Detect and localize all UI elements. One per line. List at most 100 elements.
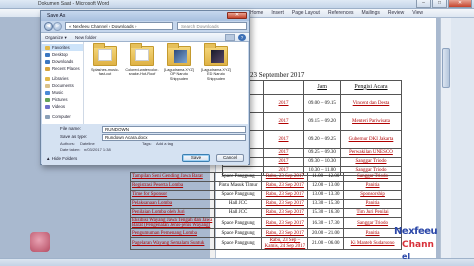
event-date-cell: Rabu, 23 Sep 2017 (261, 228, 309, 239)
tags-value[interactable]: Add a tag (156, 141, 173, 147)
vertical-scrollbar[interactable] (440, 18, 451, 258)
schedule-date-cell: 2017 (262, 157, 305, 167)
views-icon[interactable] (225, 34, 235, 41)
nav-item-label: Documents (52, 83, 74, 88)
minimize-button[interactable]: – (416, 0, 431, 8)
folder-item[interactable]: [Lagudrama.XYZ] OP Naruto Shippuden (162, 43, 196, 84)
hide-folders-button[interactable]: ▲ Hide Folders (46, 155, 77, 162)
folder-label: Splashes-music-fast-cut (90, 68, 120, 77)
event-name-cell: Pagelaran Wayang Semalam Suntuk (130, 237, 215, 250)
event-guest-cell: Tim Juri Penilai (343, 208, 402, 218)
organize-button[interactable]: Organize ▾ (45, 33, 67, 42)
event-time-cell: 12.00 – 13.00 (307, 181, 345, 191)
ribbon-tab[interactable]: Home (250, 9, 263, 18)
nav-item-desktop[interactable]: Desktop (42, 51, 83, 58)
nav-item-videos[interactable]: Videos (42, 103, 83, 110)
event-name-cell: Pengumuman Pemenang Lomba (130, 228, 215, 239)
watermark-line-1: Nexfeeu (394, 226, 438, 237)
folder-item[interactable]: [Lagudrama.XYZ] ED Naruto Shippuden (199, 43, 233, 84)
event-time-cell: 21.00 – 06.00 (307, 237, 345, 250)
schedule-guest-cell: Perwakilan UNESCO (339, 148, 403, 158)
event-place-cell: Hall JCC (213, 199, 263, 209)
filename-label: File name: (60, 126, 82, 131)
cancel-button[interactable]: Cancel (216, 154, 244, 162)
nav-item-label: Music (52, 90, 64, 95)
save-button[interactable]: Save (182, 154, 210, 162)
image-preview-icon (211, 50, 224, 63)
app-logo-icon (30, 232, 50, 252)
event-time-cell: 13.00 – 13.30 (307, 190, 345, 200)
nav-item-icon (45, 45, 50, 50)
event-time-cell: 20.00 – 21.00 (307, 228, 345, 239)
folder-label: Colored-watercolor-snake-Hot-Roof (125, 68, 159, 77)
event-row: Registrasi Peserta Lomba Pintu Masuk Timu… (130, 181, 402, 191)
nav-item-icon (45, 114, 50, 119)
search-input[interactable]: Search Downloads (177, 22, 247, 30)
ribbon-tab[interactable]: Page Layout (292, 9, 320, 18)
filename-field[interactable]: RUNDOWN (102, 126, 246, 133)
back-arrow-icon[interactable]: ◀ (44, 22, 53, 31)
word-window-controls: – □ ✕ (416, 0, 472, 8)
ribbon-tab[interactable]: References (328, 9, 354, 18)
dialog-close-button[interactable]: ✕ (227, 12, 247, 19)
nav-item-label: Libraries (52, 76, 69, 81)
nav-item-icon (45, 66, 50, 71)
event-row: Pelaksanaan Lomba Hall JCC Rabu, 23 Sep 20… (130, 199, 402, 209)
watermark-line-2: Chann (402, 240, 434, 250)
event-row: Time for Sponsor Space Panggung Rabu, 23 S… (130, 190, 402, 200)
event-row: Penilaian Lomba oleh Juri Hall JCC Rabu, 2… (130, 208, 402, 218)
schedule-header-date (262, 80, 305, 95)
ribbon-tab[interactable]: Mailings (362, 9, 380, 18)
nav-item-icon (45, 76, 50, 81)
document-preview-icon (135, 49, 149, 61)
address-row: ◀ ▶ « Nexfeeu Channel › Downloads › Sear… (41, 21, 249, 32)
event-name-cell: Tampilan Seni Gending Jawa Barat (130, 172, 215, 182)
new-folder-button[interactable]: New folder (75, 33, 97, 42)
help-icon[interactable]: ? (238, 34, 246, 41)
ribbon-tab[interactable]: Insert (271, 9, 284, 18)
nav-item-recent-places[interactable]: Recent Places (42, 65, 83, 72)
nav-item-pictures[interactable]: Pictures (42, 96, 83, 103)
event-date-cell: Rabu, 23 Sep 2017 (261, 208, 309, 218)
schedule-date-heading: 23 September 2017 (250, 71, 305, 79)
file-list: Splashes-music-fast-cut Colored-watercolo… (88, 43, 248, 124)
nav-item-icon (45, 104, 50, 109)
ribbon-tab[interactable]: View (412, 9, 423, 18)
nav-item-computer[interactable]: Computer (42, 113, 83, 120)
nav-item-music[interactable]: Music (42, 89, 83, 96)
schedule-date-cell: 2017 (262, 94, 305, 113)
dialog-body: Favorites Desktop Downloads Recent Places Li… (42, 42, 248, 124)
ribbon-tab[interactable]: Review (388, 9, 404, 18)
folder-item[interactable]: Splashes-music-fast-cut (88, 43, 122, 84)
schedule-time-cell: 09.00 – 09.15 (303, 94, 341, 113)
event-date-cell: Rabu, 23 Sep – Kamis, 24 Sep 2017 (261, 237, 309, 250)
maximize-button[interactable]: □ (432, 0, 447, 8)
tags-label: Tags: (142, 141, 152, 146)
event-guest-cell: Panitia (343, 228, 402, 239)
event-place-cell: Space Panggung (213, 190, 263, 200)
folder-icon (93, 43, 117, 66)
schedule-header-time: Jam (303, 80, 341, 95)
event-name-cell: Eksibisi Wayang Jawa Tengah dan Jawa Bar… (130, 216, 215, 230)
close-window-button[interactable]: ✕ (448, 0, 472, 8)
nav-item-downloads[interactable]: Downloads (42, 58, 83, 65)
dialog-titlebar[interactable]: Save As ✕ (41, 11, 249, 21)
schedule-date-cell: 2017 (262, 112, 305, 131)
nav-item-documents[interactable]: Documents (42, 82, 83, 89)
nav-item-favorites[interactable]: Favorites (42, 44, 83, 51)
navigation-pane: Favorites Desktop Downloads Recent Places Li… (42, 42, 84, 124)
ribbon-tabs: Home Insert Page Layout References Mailings R… (250, 9, 423, 18)
nav-item-libraries[interactable]: Libraries (42, 75, 83, 82)
scrollbar-thumb[interactable] (442, 48, 450, 88)
date-taken-value: n/03/2017 1:38 (84, 147, 111, 152)
nav-item-label: Pictures (52, 97, 68, 102)
channel-watermark: Nexfeeu Chann el (394, 226, 450, 266)
event-place-cell: Pintu Masuk Timur (213, 181, 263, 191)
event-place-cell: Hall JCC (213, 208, 263, 218)
address-bar[interactable]: « Nexfeeu Channel › Downloads › (65, 22, 173, 30)
folder-label: [Lagudrama.XYZ] ED Naruto Shippuden (201, 68, 231, 81)
forward-arrow-icon[interactable]: ▶ (53, 22, 62, 31)
folder-item[interactable]: Colored-watercolor-snake-Hot-Roof (125, 43, 159, 84)
save-type-select[interactable]: Rundown Acara.docx (102, 134, 246, 141)
event-guest-cell: Panitia (343, 181, 402, 191)
